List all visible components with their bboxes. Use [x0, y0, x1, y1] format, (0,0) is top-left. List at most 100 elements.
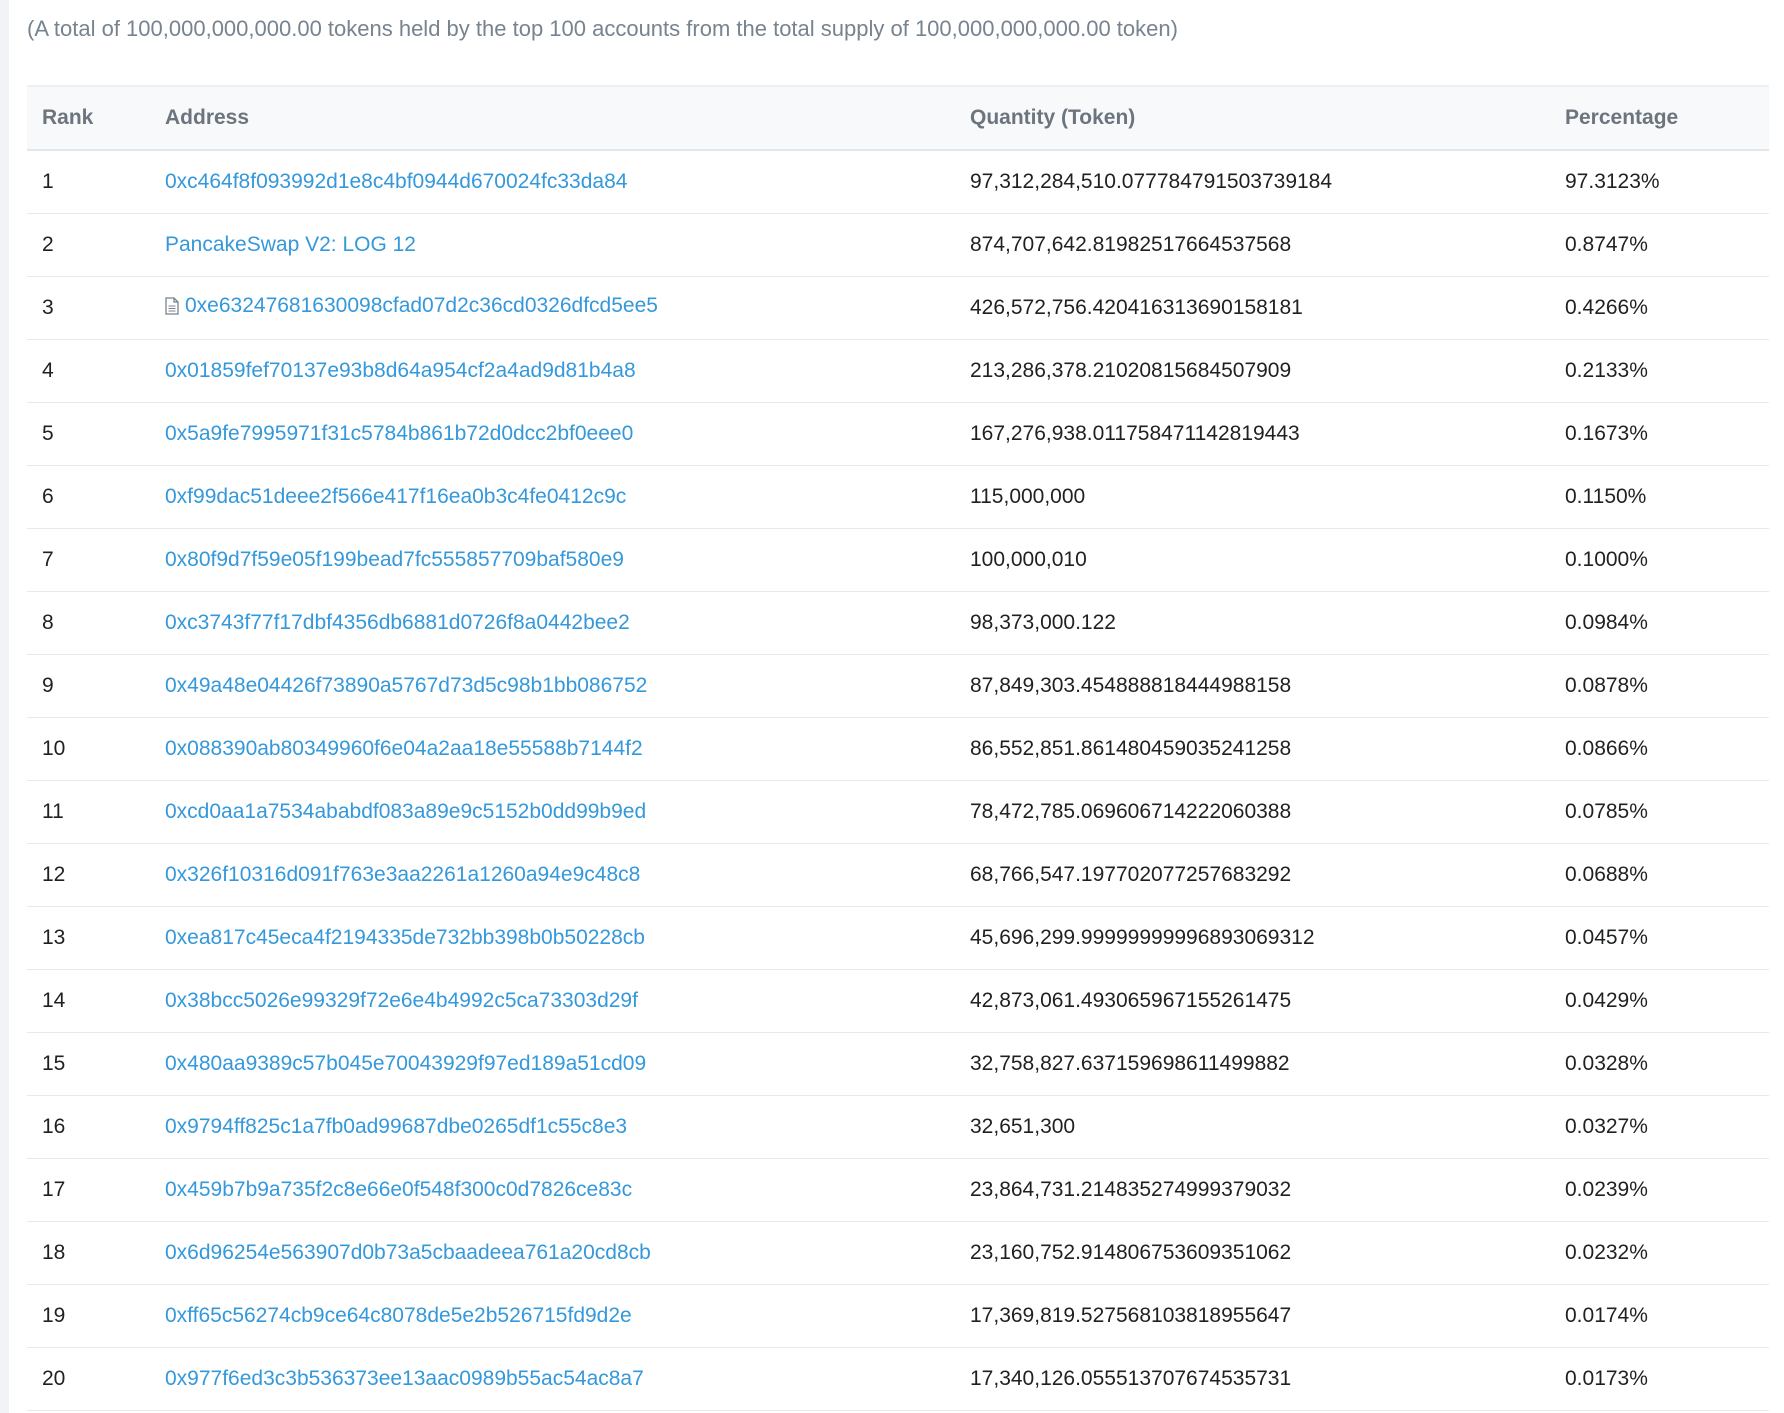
table-row: 2 PancakeSwap V2: LOG 12 874,707,642.81982… — [27, 213, 1769, 276]
address-link[interactable]: PancakeSwap V2: LOG 12 — [165, 233, 416, 256]
address-link[interactable]: 0xe63247681630098cfad07d2c36cd0326dfcd5e… — [185, 294, 658, 317]
table-row: 9 0x49a48e04426f73890a5767d73d5c98b1bb086… — [27, 654, 1769, 717]
quantity-cell: 167,276,938.011758471142819443 — [970, 421, 1300, 445]
rank-cell: 8 — [42, 610, 54, 634]
percentage-cell: 0.8747% — [1565, 232, 1648, 256]
rank-cell: 4 — [42, 358, 54, 382]
table-row: 1 0xc464f8f093992d1e8c4bf0944d670024fc33d… — [27, 150, 1769, 213]
rank-cell: 5 — [42, 421, 54, 445]
address-cell: 0xe63247681630098cfad07d2c36cd0326dfcd5e… — [150, 276, 955, 339]
rank-cell: 1 — [42, 169, 54, 193]
contract-file-icon — [165, 297, 179, 321]
address-cell: 0x480aa9389c57b045e70043929f97ed189a51cd… — [150, 1032, 955, 1095]
address-link[interactable]: 0x977f6ed3c3b536373ee13aac0989b55ac54ac8… — [165, 1367, 644, 1390]
address-cell: 0x38bcc5026e99329f72e6e4b4992c5ca73303d2… — [150, 969, 955, 1032]
address-link[interactable]: 0x326f10316d091f763e3aa2261a1260a94e9c48… — [165, 863, 640, 886]
holders-summary: (A total of 100,000,000,000.00 tokens he… — [27, 16, 1178, 41]
address-cell: 0x9794ff825c1a7fb0ad99687dbe0265df1c55c8… — [150, 1095, 955, 1158]
percentage-cell: 0.0239% — [1565, 1177, 1648, 1201]
address-cell: 0x326f10316d091f763e3aa2261a1260a94e9c48… — [150, 843, 955, 906]
rank-cell: 18 — [42, 1240, 66, 1264]
quantity-cell: 97,312,284,510.077784791503739184 — [970, 169, 1333, 193]
percentage-cell: 0.0688% — [1565, 862, 1648, 886]
quantity-cell: 86,552,851.861480459035241258 — [970, 736, 1292, 760]
address-link[interactable]: 0xcd0aa1a7534ababdf083a89e9c5152b0dd99b9… — [165, 800, 646, 823]
table-row: 11 0xcd0aa1a7534ababdf083a89e9c5152b0dd99… — [27, 780, 1769, 843]
address-cell: 0x6d96254e563907d0b73a5cbaadeea761a20cd8… — [150, 1221, 955, 1284]
rank-cell: 16 — [42, 1114, 66, 1138]
address-link[interactable]: 0x5a9fe7995971f31c5784b861b72d0dcc2bf0ee… — [165, 422, 633, 445]
address-link[interactable]: 0x6d96254e563907d0b73a5cbaadeea761a20cd8… — [165, 1241, 651, 1264]
table-row: 6 0xf99dac51deee2f566e417f16ea0b3c4fe0412… — [27, 465, 1769, 528]
address-link[interactable]: 0x459b7b9a735f2c8e66e0f548f300c0d7826ce8… — [165, 1178, 632, 1201]
table-row: 4 0x01859fef70137e93b8d64a954cf2a4ad9d81b… — [27, 339, 1769, 402]
rank-cell: 20 — [42, 1366, 66, 1390]
rank-cell: 7 — [42, 547, 54, 571]
left-border — [0, 0, 9, 1413]
quantity-cell: 17,369,819.527568103818955647 — [970, 1303, 1292, 1327]
address-link[interactable]: 0xc3743f77f17dbf4356db6881d0726f8a0442be… — [165, 611, 630, 634]
percentage-cell: 0.1150% — [1565, 484, 1647, 508]
address-cell: 0x01859fef70137e93b8d64a954cf2a4ad9d81b4… — [150, 339, 955, 402]
percentage-cell: 0.0173% — [1565, 1366, 1648, 1390]
rank-cell: 17 — [42, 1177, 66, 1201]
quantity-cell: 115,000,000 — [970, 484, 1086, 508]
header-percentage: Percentage — [1565, 106, 1679, 129]
rank-cell: 3 — [42, 295, 54, 319]
address-cell: 0x49a48e04426f73890a5767d73d5c98b1bb0867… — [150, 654, 955, 717]
quantity-cell: 32,758,827.637159698611499882 — [970, 1051, 1290, 1075]
quantity-cell: 426,572,756.420416313690158181 — [970, 295, 1303, 319]
rank-cell: 11 — [42, 799, 64, 823]
rank-cell: 6 — [42, 484, 54, 508]
quantity-cell: 68,766,547.197702077257683292 — [970, 862, 1292, 886]
address-link[interactable]: 0xff65c56274cb9ce64c8078de5e2b526715fd9d… — [165, 1304, 632, 1327]
table-row: 10 0x088390ab80349960f6e04a2aa18e55588b71… — [27, 717, 1769, 780]
address-link[interactable]: 0x9794ff825c1a7fb0ad99687dbe0265df1c55c8… — [165, 1115, 627, 1138]
header-quantity: Quantity (Token) — [970, 106, 1136, 129]
table-row: 15 0x480aa9389c57b045e70043929f97ed189a51… — [27, 1032, 1769, 1095]
percentage-cell: 0.0785% — [1565, 799, 1648, 823]
address-cell: 0xcd0aa1a7534ababdf083a89e9c5152b0dd99b9… — [150, 780, 955, 843]
rank-cell: 10 — [42, 736, 66, 760]
rank-cell: 15 — [42, 1051, 66, 1075]
percentage-cell: 0.0866% — [1565, 736, 1648, 760]
address-cell: 0xc464f8f093992d1e8c4bf0944d670024fc33da… — [150, 150, 955, 213]
address-cell: PancakeSwap V2: LOG 12 — [150, 213, 955, 276]
rank-cell: 13 — [42, 925, 66, 949]
quantity-cell: 874,707,642.81982517664537568 — [970, 232, 1292, 256]
address-link[interactable]: 0x01859fef70137e93b8d64a954cf2a4ad9d81b4… — [165, 359, 636, 382]
address-link[interactable]: 0xea817c45eca4f2194335de732bb398b0b50228… — [165, 926, 645, 949]
percentage-cell: 0.0429% — [1565, 988, 1648, 1012]
header-rank: Rank — [42, 106, 94, 129]
percentage-cell: 0.2133% — [1565, 358, 1648, 382]
address-link[interactable]: 0xc464f8f093992d1e8c4bf0944d670024fc33da… — [165, 170, 627, 193]
rank-cell: 19 — [42, 1303, 66, 1327]
table-row: 20 0x977f6ed3c3b536373ee13aac0989b55ac54a… — [27, 1347, 1769, 1410]
address-link[interactable]: 0x480aa9389c57b045e70043929f97ed189a51cd… — [165, 1052, 646, 1075]
percentage-cell: 0.0984% — [1565, 610, 1648, 634]
table-row: 13 0xea817c45eca4f2194335de732bb398b0b502… — [27, 906, 1769, 969]
percentage-cell: 0.0174% — [1565, 1303, 1648, 1327]
address-cell: 0xff65c56274cb9ce64c8078de5e2b526715fd9d… — [150, 1284, 955, 1347]
address-cell: 0xea817c45eca4f2194335de732bb398b0b50228… — [150, 906, 955, 969]
address-link[interactable]: 0x80f9d7f59e05f199bead7fc555857709baf580… — [165, 548, 624, 571]
address-cell: 0x088390ab80349960f6e04a2aa18e55588b7144… — [150, 717, 955, 780]
rank-cell: 2 — [42, 232, 54, 256]
percentage-cell: 0.4266% — [1565, 295, 1648, 319]
table-header: Rank Address Quantity (Token) Percentage — [27, 86, 1769, 150]
address-link[interactable]: 0xf99dac51deee2f566e417f16ea0b3c4fe0412c… — [165, 485, 626, 508]
quantity-cell: 17,340,126.055513707674535731 — [970, 1366, 1292, 1390]
address-link[interactable]: 0x088390ab80349960f6e04a2aa18e55588b7144… — [165, 737, 643, 760]
table-row: 18 0x6d96254e563907d0b73a5cbaadeea761a20c… — [27, 1221, 1769, 1284]
address-cell: 0x5a9fe7995971f31c5784b861b72d0dcc2bf0ee… — [150, 402, 955, 465]
percentage-cell: 0.0327% — [1565, 1114, 1648, 1138]
percentage-cell: 0.1000% — [1565, 547, 1648, 571]
quantity-cell: 100,000,010 — [970, 547, 1087, 571]
quantity-cell: 98,373,000.122 — [970, 610, 1116, 634]
address-link[interactable]: 0x38bcc5026e99329f72e6e4b4992c5ca73303d2… — [165, 989, 638, 1012]
address-link[interactable]: 0x49a48e04426f73890a5767d73d5c98b1bb0867… — [165, 674, 647, 697]
quantity-cell: 213,286,378.21020815684507909 — [970, 358, 1292, 382]
address-cell: 0x80f9d7f59e05f199bead7fc555857709baf580… — [150, 528, 955, 591]
percentage-cell: 0.0328% — [1565, 1051, 1648, 1075]
quantity-cell: 87,849,303.454888818444988158 — [970, 673, 1292, 697]
